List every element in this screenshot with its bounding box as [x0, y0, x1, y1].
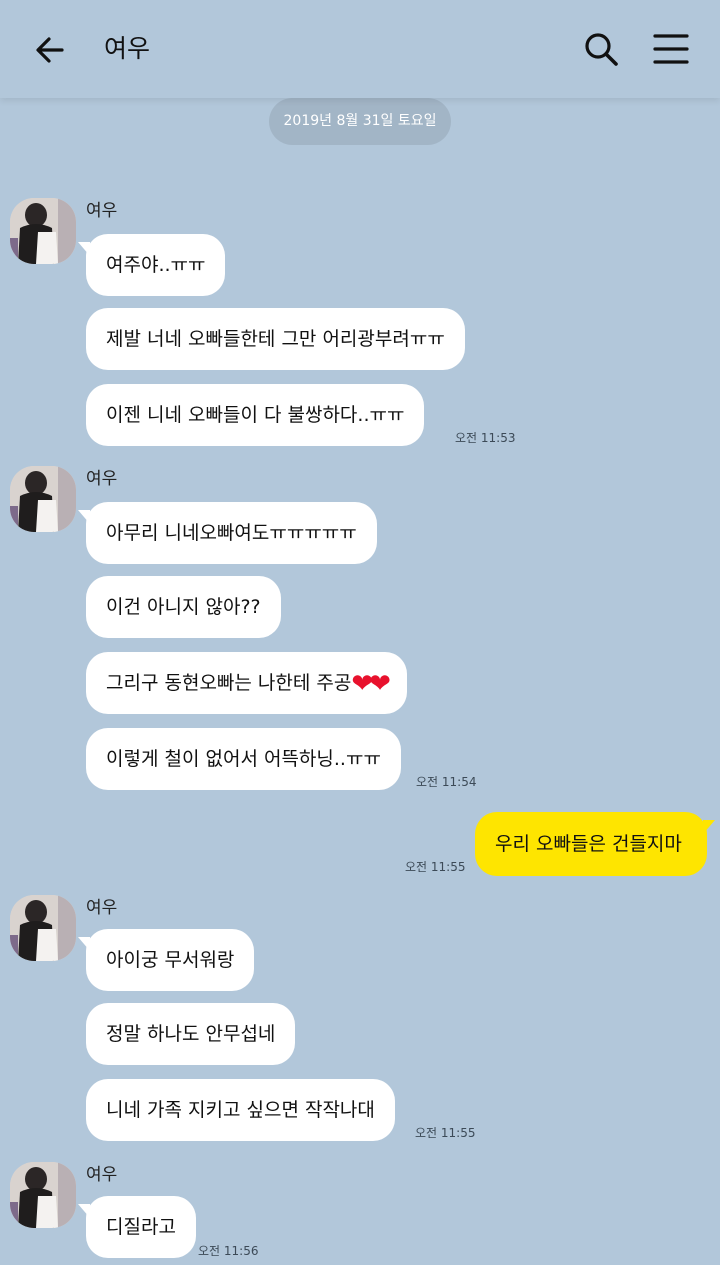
- arrow-left-icon: [36, 37, 64, 63]
- profile-photo: [10, 198, 76, 264]
- message-time: 오전 11:53: [455, 431, 516, 445]
- profile-photo: [10, 895, 76, 961]
- profile-photo: [10, 1162, 76, 1228]
- avatar[interactable]: [10, 1162, 76, 1228]
- message-bubble[interactable]: 이렇게 철이 없어서 어뜩하닝..ㅠㅠ: [86, 728, 401, 790]
- message-bubble[interactable]: 이젠 니네 오빠들이 다 불쌍하다..ㅠㅠ: [86, 384, 425, 446]
- message-bubble[interactable]: 제발 너네 오빠들한테 그만 어리광부려ㅠㅠ: [86, 308, 465, 370]
- sender-name: 여우: [86, 1165, 118, 1185]
- message-bubble[interactable]: 디질라고: [78, 1196, 196, 1258]
- search-button[interactable]: [580, 28, 622, 70]
- search-icon: [585, 33, 618, 66]
- message-bubble[interactable]: 아무리 니네오빠여도ㅠㅠㅠㅠㅠ: [78, 502, 377, 564]
- message-time: 오전 11:55: [415, 1126, 476, 1140]
- chat-title: 여우: [104, 34, 151, 63]
- message-bubble[interactable]: 정말 하나도 안무섭네: [86, 1003, 296, 1065]
- menu-button[interactable]: [650, 30, 692, 70]
- message-bubble[interactable]: 니네 가족 지키고 싶으면 작작나대: [86, 1079, 395, 1141]
- my-message-bubble[interactable]: 우리 오빠들은 건들지마: [475, 812, 715, 876]
- heart-emoji-icon: ❤❤: [351, 669, 391, 699]
- message-bubble[interactable]: 그리구 동현오빠는 나한테 주공❤❤: [86, 652, 407, 714]
- message-bubble[interactable]: 아이궁 무서워랑: [77, 929, 255, 991]
- avatar[interactable]: [10, 198, 76, 264]
- sender-name: 여우: [86, 898, 118, 918]
- message-bubble[interactable]: 이건 아니지 않아??: [86, 576, 281, 638]
- message-time: 오전 11:54: [416, 775, 477, 789]
- back-button[interactable]: [30, 30, 70, 70]
- sender-name: 여우: [86, 201, 118, 221]
- my-message-time: 오전 11:55: [405, 860, 466, 874]
- message-time: 오전 11:56: [198, 1244, 259, 1258]
- date-separator: 2019년 8월 31일 토요일: [269, 98, 451, 145]
- chat-header: 여우: [0, 0, 720, 98]
- hamburger-menu-icon: [653, 34, 689, 64]
- avatar[interactable]: [10, 466, 76, 532]
- profile-photo: [10, 466, 76, 532]
- message-text: 그리구 동현오빠는 나한테 주공: [106, 672, 352, 694]
- sender-name: 여우: [86, 469, 118, 489]
- avatar[interactable]: [10, 895, 76, 961]
- message-bubble[interactable]: 여주야..ㅠㅠ: [77, 234, 226, 296]
